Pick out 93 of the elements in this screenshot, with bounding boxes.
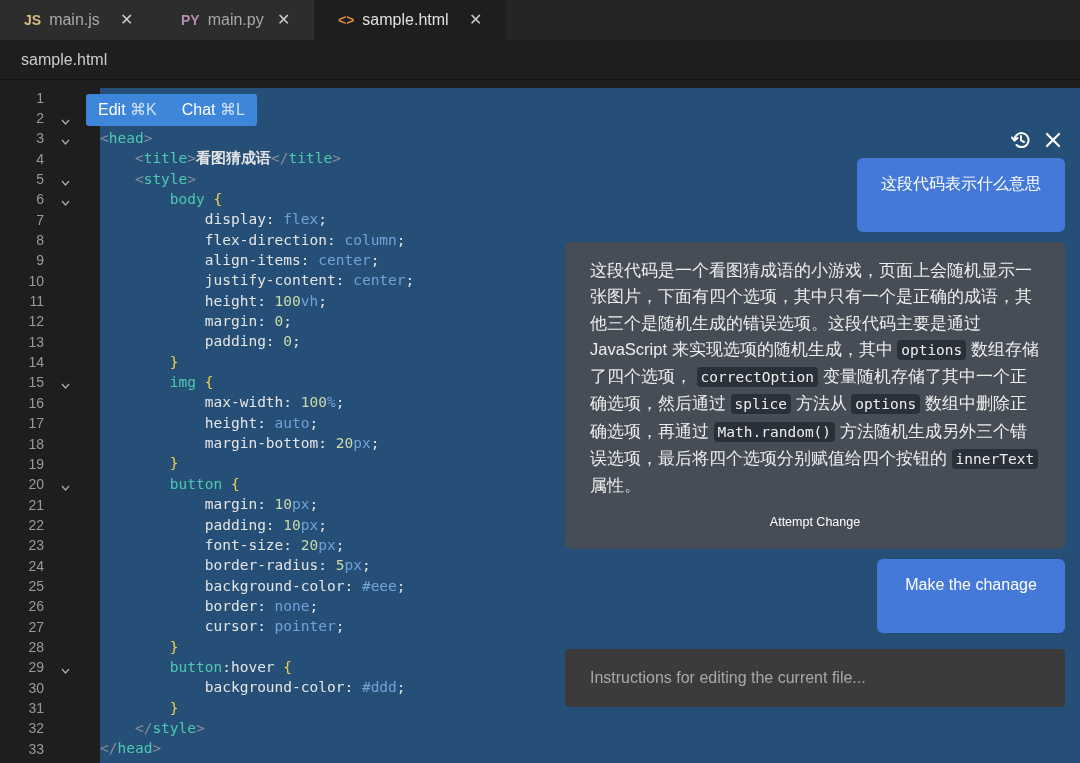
popup-action[interactable]: Chat ⌘L — [181, 98, 245, 122]
code-line: border: none; — [203, 596, 319, 616]
code-line: button { — [168, 474, 240, 494]
line-number: 6 — [35, 190, 44, 210]
history-icon[interactable] — [1011, 130, 1031, 150]
attempt-change-button[interactable]: Attempt Change — [769, 512, 861, 532]
user-message: Make the chanage — [877, 559, 1065, 634]
line-number: 29 — [27, 658, 44, 678]
instruction-input-field[interactable]: Instructions for editing the current file... — [565, 649, 1065, 708]
line-number: 11 — [28, 292, 44, 312]
editor-tab[interactable]: <> sample.html ✕ — [314, 0, 506, 40]
line-number: 3 — [35, 129, 44, 149]
code-line: margin-bottom: 20px; — [203, 434, 380, 454]
code-line: </style> — [133, 718, 205, 738]
tab-label: main.py — [207, 10, 264, 30]
code-line: padding: 0; — [203, 332, 301, 352]
line-number: 28 — [27, 637, 44, 657]
code-line: background-color: #eee; — [203, 576, 406, 596]
code-line: padding: 10px; — [203, 515, 327, 535]
code-line: height: auto; — [203, 413, 319, 433]
tab-label: sample.html — [362, 10, 449, 30]
line-number: 23 — [27, 536, 44, 556]
code-line: flex-direction: column; — [203, 230, 406, 250]
code-line: } — [168, 352, 179, 372]
breadcrumb[interactable]: sample.html — [21, 47, 108, 72]
code-line: </head> — [100, 739, 162, 759]
line-number: 32 — [27, 719, 44, 739]
line-number: 16 — [27, 393, 44, 413]
close-icon[interactable]: ✕ — [120, 8, 133, 32]
code-line: margin: 10px; — [203, 495, 319, 515]
code-line: font-size: 20px; — [203, 535, 345, 555]
editor-tab[interactable]: JS main.js ✕ — [0, 0, 157, 40]
line-number: 1 — [35, 88, 44, 108]
file-type-label: PY — [181, 10, 200, 30]
line-number: 15 — [27, 373, 44, 393]
line-number: 9 — [35, 251, 44, 271]
code-line: justify-content: center; — [203, 271, 415, 291]
fold-chevron-icon[interactable] — [61, 199, 70, 206]
fold-chevron-icon[interactable] — [61, 138, 70, 145]
code-line: button:hover { — [168, 657, 293, 677]
line-number: 18 — [27, 434, 44, 454]
code-line: align-items: center; — [203, 251, 380, 271]
line-number: 8 — [35, 231, 44, 251]
file-type-label: JS — [24, 10, 42, 30]
code-line: } — [168, 454, 179, 474]
code-line: margin: 0; — [203, 312, 293, 332]
line-number: 5 — [35, 170, 44, 190]
line-number: 21 — [27, 495, 44, 515]
code-line: } — [168, 698, 179, 718]
fold-chevron-icon[interactable] — [61, 118, 70, 125]
line-number: 10 — [27, 271, 44, 291]
line-number: 19 — [27, 454, 44, 474]
line-number: 30 — [27, 678, 44, 698]
user-message: 这段代码表示什么意思 — [857, 158, 1065, 232]
code-line: max-width: 100%; — [203, 393, 345, 413]
fold-chevron-icon[interactable] — [61, 383, 70, 389]
code-line: border-radius: 5px; — [203, 556, 371, 576]
code-line: background-color: #ddd; — [203, 678, 406, 698]
message-text: 这段代码是一个看图猜成语的小游戏，页面上会随机显示一张图片，下面有四个选项，其中只有一个是正确的成语，其他三个是随机生成的错误选项。这段代码主要是通过 JavaScript 来实现选项的随机生成，其中 options 数组存储了四个选项， correctOption 变量随机存储了其中一个正确选项，然后通过 splice 方法从 options 数组中删除正确选项，再通过 Math.random() 方法随机生成另外三个错误选项，最后将四个选项分别赋值给四个按钮的 innerText 属性。 — [590, 260, 1040, 497]
line-number: 17 — [27, 414, 44, 434]
code-line: cursor: pointer; — [203, 617, 345, 637]
line-number: 22 — [27, 515, 44, 535]
code-line: <head> — [100, 129, 153, 148]
code-line: display: flex; — [203, 210, 327, 230]
line-number: 24 — [27, 556, 44, 576]
line-number: 26 — [27, 597, 44, 617]
line-number: 31 — [27, 699, 44, 718]
line-number: 25 — [27, 576, 44, 596]
code-line: height: 100vh; — [203, 291, 327, 311]
code-line: } — [168, 637, 179, 657]
code-line: <title>看图猜成语</title> — [133, 149, 341, 169]
close-icon[interactable] — [1045, 130, 1061, 150]
code-line: body { — [168, 190, 223, 209]
line-number: 33 — [27, 739, 44, 759]
fold-chevron-icon[interactable] — [61, 484, 70, 491]
line-number: 13 — [27, 332, 44, 352]
line-number: 12 — [27, 312, 44, 332]
line-number: 2 — [35, 109, 44, 128]
fold-chevron-icon[interactable] — [61, 667, 70, 674]
tab-label: main.js — [49, 10, 100, 30]
line-number: 4 — [35, 149, 44, 169]
close-icon[interactable]: ✕ — [469, 8, 482, 32]
line-number: 14 — [27, 353, 44, 373]
fold-chevron-icon[interactable] — [61, 179, 70, 186]
popup-action[interactable]: Edit ⌘K — [98, 98, 157, 122]
line-number: 20 — [27, 475, 44, 495]
file-type-label: <> — [338, 10, 355, 30]
line-number: 27 — [27, 617, 44, 637]
editor-tab[interactable]: PY main.py ✕ — [157, 0, 314, 40]
line-number: 7 — [35, 210, 44, 230]
code-line: <style> — [133, 169, 197, 189]
code-line: img { — [168, 373, 214, 393]
close-icon[interactable]: ✕ — [277, 8, 290, 32]
